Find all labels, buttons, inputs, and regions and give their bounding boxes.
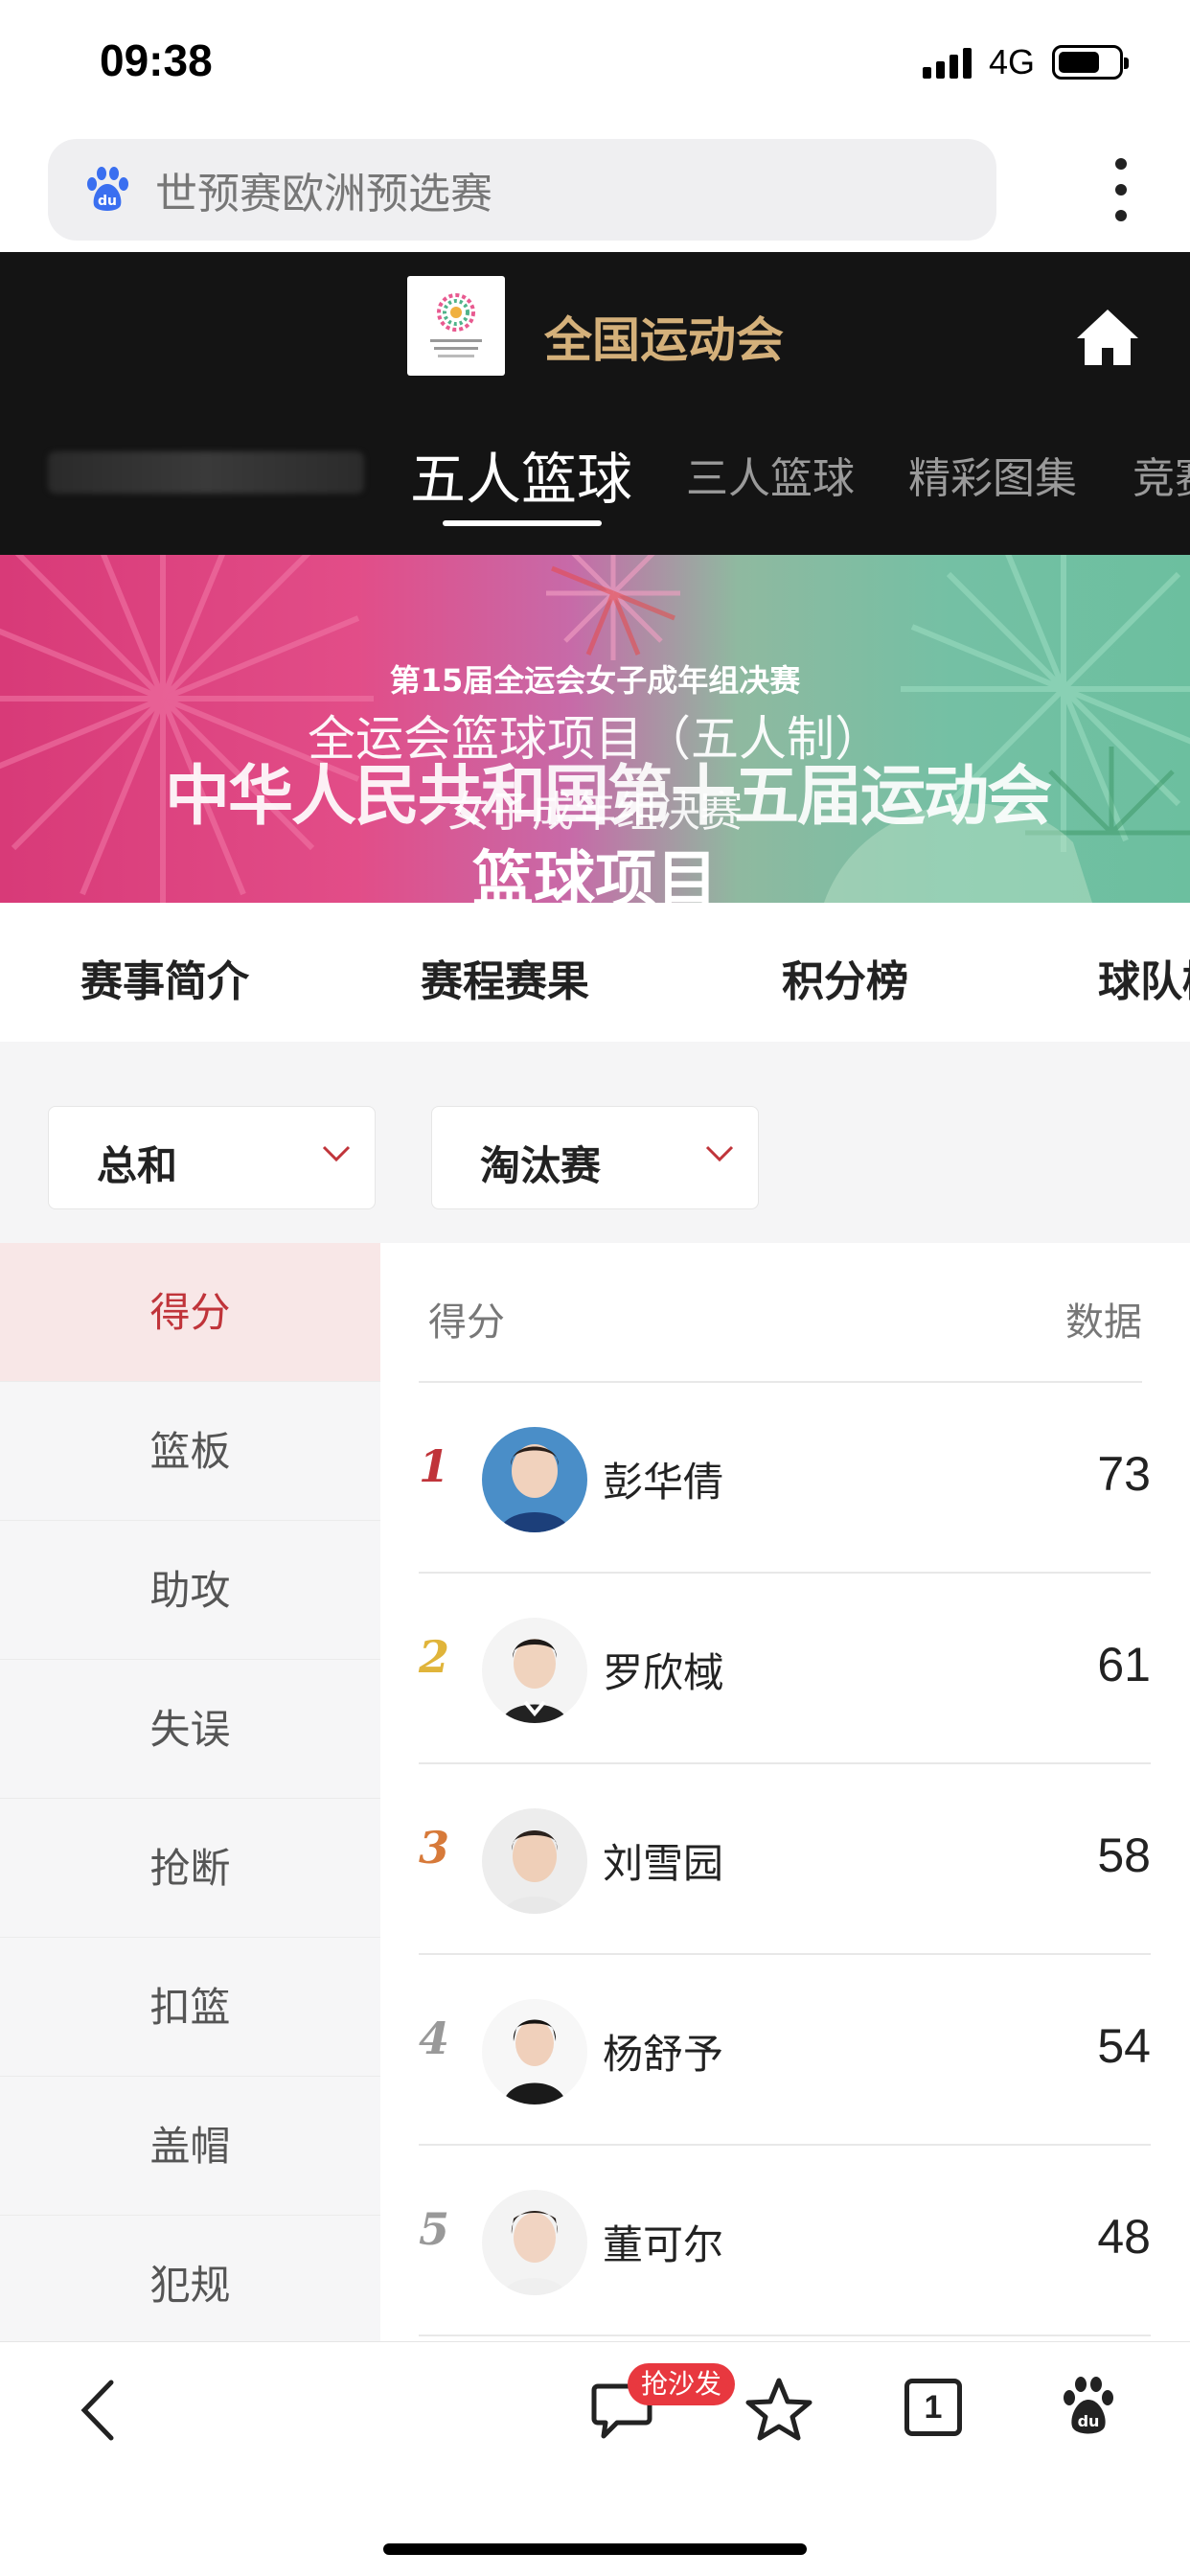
player-avatar [482, 1618, 587, 1723]
rank-number: 1 [419, 1440, 450, 1492]
banner-event: 篮球项目 [472, 845, 718, 903]
svg-text:du: du [1078, 2412, 1100, 2430]
player-name: 杨舒予 [603, 2031, 724, 2078]
category-turnovers[interactable]: 失误 [0, 1660, 380, 1799]
ranking-row[interactable]: 1 彭华倩 73 [419, 1383, 1151, 1574]
tab-5v5-basketball[interactable]: 五人篮球 [410, 434, 632, 515]
category-rebounds[interactable]: 篮板 [0, 1382, 380, 1521]
category-points[interactable]: 得分 [0, 1243, 380, 1382]
player-name: 彭华倩 [603, 1459, 724, 1506]
scope-dropdown[interactable]: 总和 [48, 1106, 376, 1209]
event-banner: 第15届全运会女子成年组决赛 全运会篮球项目（五人制） 中华人民共和国第十五届运… [0, 555, 1190, 903]
player-avatar [482, 1999, 587, 2104]
search-query: 世预赛欧洲预选赛 [155, 170, 492, 218]
home-icon[interactable] [1073, 306, 1142, 369]
ranking-row[interactable]: 3 刘雪园 58 [419, 1764, 1151, 1955]
stat-category-list: 得分 篮板 助攻 失误 抢断 扣篮 盖帽 犯规 [0, 1243, 380, 2355]
ranking-header-value: 数据 [1065, 1300, 1142, 1345]
tab-gallery[interactable]: 精彩图集 [908, 444, 1077, 505]
ranking-row[interactable]: 5 董可尔 48 [419, 2146, 1151, 2336]
ranking-row[interactable]: 4 杨舒予 54 [419, 1955, 1151, 2146]
player-avatar [482, 2190, 587, 2295]
tab-competition[interactable]: 竞赛 [1133, 444, 1190, 505]
site-header: 全国运动会 五人篮球 三人篮球 精彩图集 竞赛 [0, 252, 1190, 555]
battery-icon [1052, 45, 1129, 80]
player-stat-value: 54 [1097, 2019, 1151, 2073]
category-blocks[interactable]: 盖帽 [0, 2077, 380, 2216]
favorite-star-icon[interactable] [745, 2377, 812, 2442]
section-tabs: 赛事简介 赛程赛果 积分榜 球队榜 [0, 903, 1190, 1042]
chevron-down-icon [705, 1145, 734, 1162]
category-dunks[interactable]: 扣篮 [0, 1938, 380, 2077]
tab-team-ranking[interactable]: 球队榜 [1098, 947, 1190, 1008]
player-name: 董可尔 [603, 2221, 724, 2268]
player-stats: 得分 篮板 助攻 失误 抢断 扣篮 盖帽 犯规 得分 数据 1 彭华倩 73 2… [0, 1243, 1190, 2355]
rank-number: 5 [419, 2203, 450, 2255]
rank-number: 3 [419, 1822, 450, 1874]
site-title: 全国运动会 [544, 312, 784, 368]
player-stat-value: 58 [1097, 1828, 1151, 1882]
scope-dropdown-value: 总和 [97, 1142, 178, 1189]
category-assists[interactable]: 助攻 [0, 1521, 380, 1660]
banner-division: 女子成年组决赛 [447, 788, 743, 837]
games-logo[interactable] [407, 276, 505, 376]
search-input[interactable]: du 世预赛欧洲预选赛 [48, 139, 996, 241]
category-fouls[interactable]: 犯规 [0, 2216, 380, 2355]
signal-icon [922, 46, 972, 79]
tab-schedule-results[interactable]: 赛程赛果 [421, 947, 589, 1008]
ranking-panel: 得分 数据 1 彭华倩 73 2 罗欣棫 61 3 刘雪园 58 4 杨舒予 5… [380, 1243, 1190, 2341]
stage-dropdown[interactable]: 淘汰赛 [431, 1106, 759, 1209]
rank-number: 2 [419, 1631, 450, 1683]
category-steals[interactable]: 抢断 [0, 1799, 380, 1938]
rank-number: 4 [419, 2012, 450, 2064]
ranking-row[interactable]: 2 罗欣棫 61 [419, 1574, 1151, 1764]
status-time: 09:38 [100, 35, 213, 85]
player-stat-value: 48 [1097, 2210, 1151, 2264]
status-bar: 09:38 4G [0, 0, 1190, 129]
network-label: 4G [988, 42, 1035, 81]
more-menu-icon[interactable] [1115, 158, 1129, 221]
tab-3v3-basketball[interactable]: 三人篮球 [686, 444, 855, 505]
nav-tab-blurred [48, 451, 364, 494]
player-name: 刘雪园 [603, 1840, 724, 1887]
baidu-paw-icon: du [82, 165, 132, 215]
player-name: 罗欣棫 [603, 1649, 724, 1696]
browser-search-row: du 世预赛欧洲预选赛 [0, 129, 1190, 252]
banner-subtitle: 第15届全运会女子成年组决赛 [389, 662, 801, 699]
back-icon[interactable] [75, 2377, 123, 2444]
player-stat-value: 61 [1097, 1638, 1151, 1691]
browser-toolbar: 抢沙发 1 du [0, 2341, 1190, 2576]
status-indicators: 4G [922, 42, 1129, 82]
active-tab-indicator [443, 520, 602, 526]
player-avatar [482, 1427, 587, 1532]
tab-standings[interactable]: 积分榜 [782, 947, 908, 1008]
player-stat-value: 73 [1097, 1447, 1151, 1501]
filter-row: 总和 淘汰赛 [0, 1042, 1190, 1243]
nav-tabs: 五人篮球 三人篮球 精彩图集 竞赛 [0, 444, 1190, 555]
tab-event-intro[interactable]: 赛事简介 [80, 947, 249, 1008]
stage-dropdown-value: 淘汰赛 [480, 1142, 602, 1189]
comment-badge: 抢沙发 [628, 2363, 736, 2405]
ranking-header-stat: 得分 [428, 1300, 505, 1345]
chevron-down-icon [322, 1145, 351, 1162]
player-avatar [482, 1808, 587, 1914]
baidu-home-icon[interactable]: du [1060, 2375, 1117, 2438]
tabs-count-icon[interactable]: 1 [904, 2379, 962, 2436]
home-indicator [383, 2543, 807, 2555]
svg-text:du: du [98, 194, 117, 209]
